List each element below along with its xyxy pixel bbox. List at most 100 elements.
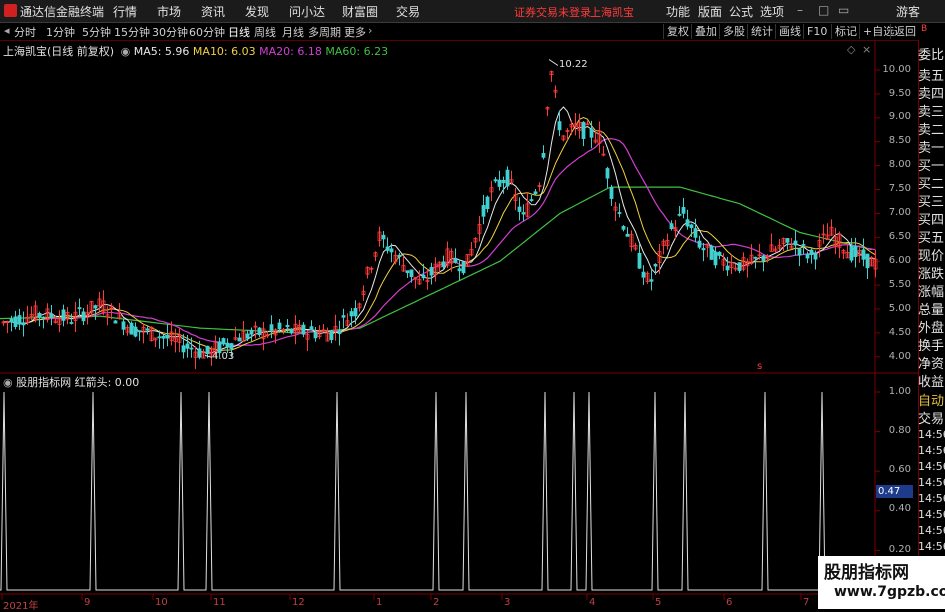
menu-news[interactable]: 资讯 bbox=[201, 3, 225, 20]
candle-body bbox=[693, 228, 698, 238]
period-60min[interactable]: 60分钟 bbox=[189, 24, 225, 40]
side-item[interactable]: 买二 bbox=[918, 173, 945, 192]
x-label-month: 2 bbox=[433, 597, 440, 608]
candle-body bbox=[409, 269, 414, 278]
side-item[interactable]: 收益 bbox=[918, 371, 945, 390]
tool-back-button[interactable]: 返回 bbox=[890, 24, 919, 39]
high-marker bbox=[548, 59, 559, 66]
period-arrow-icon[interactable]: ◂ bbox=[4, 24, 10, 37]
side-item[interactable]: 卖一 bbox=[918, 137, 945, 156]
side-item-auto[interactable]: 自动 bbox=[918, 390, 945, 409]
candle-body bbox=[237, 337, 242, 342]
candle-body bbox=[161, 335, 166, 339]
candle-body bbox=[853, 245, 858, 258]
period-more[interactable]: 更多 bbox=[344, 24, 366, 40]
y-label: 8.00 bbox=[888, 159, 911, 170]
side-item[interactable]: 委比 bbox=[918, 44, 945, 63]
side-item[interactable]: 外盘 bbox=[918, 317, 945, 336]
indicator-settings-icon[interactable]: ◉ bbox=[3, 376, 13, 389]
tool-multistock-button[interactable]: 多股 bbox=[719, 24, 748, 39]
side-item[interactable]: 买四 bbox=[918, 209, 945, 228]
period-1min[interactable]: 1分钟 bbox=[46, 24, 75, 40]
period-timeshare[interactable]: 分时 bbox=[14, 24, 36, 40]
menu-discover[interactable]: 发现 bbox=[245, 3, 269, 20]
pin-icon[interactable]: ◇ bbox=[847, 43, 855, 56]
indicator-header: ◉ 股朋指标网 红箭头: 0.00 bbox=[3, 374, 139, 390]
tool-draw-button[interactable]: 画线 bbox=[775, 24, 804, 39]
ma20-path bbox=[3, 138, 876, 347]
menu-market[interactable]: 市场 bbox=[157, 3, 181, 20]
candle-body bbox=[429, 267, 434, 276]
side-item[interactable]: 卖三 bbox=[918, 101, 945, 120]
chart-area[interactable] bbox=[0, 40, 918, 609]
chart-header: 上海凯宝(日线 前复权) ◉ MA5: 5.96 MA10: 6.03 MA20… bbox=[3, 43, 388, 59]
indicator-spikes bbox=[0, 391, 875, 591]
restore-icon[interactable]: ▭ bbox=[838, 3, 849, 17]
period-multi[interactable]: 多周期 bbox=[308, 24, 341, 40]
chevron-right-icon[interactable]: › bbox=[368, 24, 372, 37]
tool-overlay-button[interactable]: 叠加 bbox=[691, 24, 720, 39]
top-stock-name: 上海凯宝 bbox=[590, 6, 634, 19]
menu-formula[interactable]: 公式 bbox=[729, 3, 753, 20]
trade-login-warning[interactable]: 证券交易未登录 bbox=[514, 4, 591, 20]
menu-ask[interactable]: 问小达 bbox=[289, 3, 325, 20]
side-item[interactable]: 卖四 bbox=[918, 83, 945, 102]
settings-icon[interactable]: ◉ bbox=[121, 45, 131, 58]
candle-body bbox=[685, 219, 690, 227]
side-item[interactable]: 卖五 bbox=[918, 65, 945, 84]
side-item-trade[interactable]: 交易 bbox=[918, 408, 945, 427]
side-item[interactable]: 涨幅 bbox=[918, 281, 945, 300]
period-5min[interactable]: 5分钟 bbox=[82, 24, 111, 40]
maximize-icon[interactable]: □ bbox=[818, 3, 829, 17]
tool-stats-button[interactable]: 统计 bbox=[747, 24, 776, 39]
candle-body bbox=[641, 271, 646, 278]
ind-y-label: 0.40 bbox=[888, 503, 911, 514]
candle-body bbox=[541, 153, 546, 158]
side-item[interactable]: 换手 bbox=[918, 335, 945, 354]
candle-body bbox=[113, 320, 118, 324]
side-item[interactable]: 买三 bbox=[918, 191, 945, 210]
y-label: 7.00 bbox=[888, 207, 911, 218]
candle-body bbox=[493, 179, 498, 182]
side-time: 14:56 bbox=[918, 476, 945, 489]
period-daily[interactable]: 日线 bbox=[228, 24, 250, 40]
period-30min[interactable]: 30分钟 bbox=[152, 24, 188, 40]
candle-body bbox=[353, 307, 358, 317]
period-15min[interactable]: 15分钟 bbox=[114, 24, 150, 40]
tool-f10-button[interactable]: F10 bbox=[803, 24, 830, 39]
menu-function[interactable]: 功能 bbox=[666, 3, 690, 20]
side-item[interactable]: 买一 bbox=[918, 155, 945, 174]
candle-body bbox=[181, 345, 186, 353]
side-item[interactable]: 总量 bbox=[918, 299, 945, 318]
side-time: 14:56 bbox=[918, 460, 945, 473]
y-label: 6.00 bbox=[888, 255, 911, 266]
menu-quotes[interactable]: 行情 bbox=[113, 3, 137, 20]
close-chart-icon[interactable]: × bbox=[862, 43, 871, 56]
tool-mark-button[interactable]: 标记 bbox=[831, 24, 860, 39]
candle-body bbox=[257, 327, 262, 336]
menu-trade[interactable]: 交易 bbox=[396, 3, 420, 20]
candle-body bbox=[381, 234, 386, 240]
side-item[interactable]: 净资 bbox=[918, 353, 945, 372]
period-monthly[interactable]: 月线 bbox=[282, 24, 304, 40]
candle-body bbox=[461, 261, 466, 274]
watermark: 股朋指标网 www.7gpzb.com bbox=[818, 556, 945, 609]
menu-wealth-circle[interactable]: 财富圈 bbox=[342, 3, 378, 20]
period-weekly[interactable]: 周线 bbox=[254, 24, 276, 40]
menu-layout[interactable]: 版面 bbox=[698, 3, 722, 20]
side-item[interactable]: 卖二 bbox=[918, 119, 945, 138]
side-item[interactable]: 现价 bbox=[918, 245, 945, 264]
candle-body bbox=[689, 224, 694, 229]
candle-body bbox=[669, 223, 674, 230]
side-item[interactable]: 买五 bbox=[918, 227, 945, 246]
side-time: 14:56 bbox=[918, 524, 945, 537]
tool-adjust-button[interactable]: 复权 bbox=[663, 24, 692, 39]
guest-user[interactable]: 游客 bbox=[896, 3, 920, 20]
candle-body bbox=[61, 309, 66, 321]
minimize-icon[interactable]: – bbox=[797, 3, 803, 17]
candle-body bbox=[805, 253, 810, 259]
ind-y-label: 0.80 bbox=[888, 425, 911, 436]
menu-options[interactable]: 选项 bbox=[760, 3, 784, 20]
side-item[interactable]: 涨跌 bbox=[918, 263, 945, 282]
candle-body bbox=[289, 328, 294, 334]
